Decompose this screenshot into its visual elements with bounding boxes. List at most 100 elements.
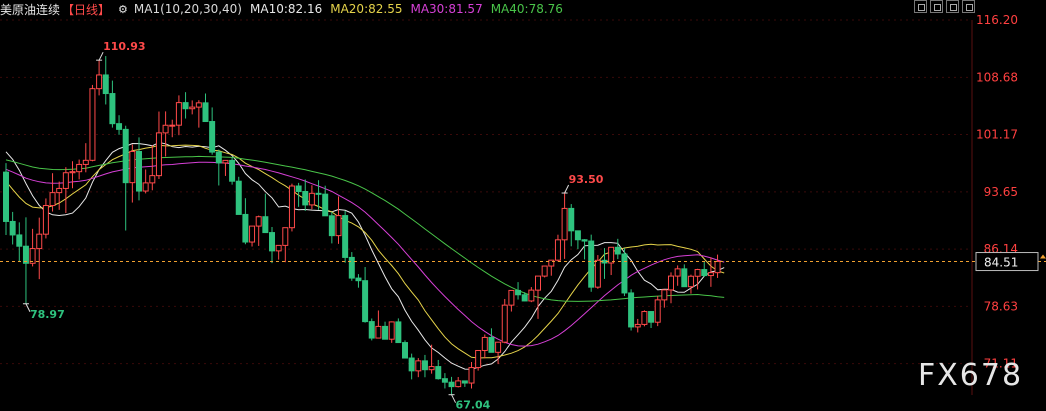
- candle-body: [681, 268, 688, 288]
- candle-body: [448, 381, 455, 388]
- extreme-label: 110.93: [103, 40, 145, 53]
- candle-body: [42, 205, 49, 235]
- candle-body: [62, 172, 69, 189]
- candle-body: [521, 294, 528, 302]
- candle-body: [395, 321, 402, 344]
- candle-body: [3, 171, 9, 222]
- candle-body: [56, 187, 63, 194]
- y-tick-label: 101.17: [976, 128, 1018, 142]
- candle-body: [155, 132, 162, 177]
- candle-body: [455, 380, 462, 388]
- kline-chart-panel[interactable]: 116.20 108.68 101.17 93.65 86.14 78.63 71.11 84…: [0, 0, 1046, 411]
- back-icon[interactable]: [962, 0, 975, 13]
- price-marker-icon: [1040, 254, 1046, 259]
- candle-body: [481, 336, 488, 351]
- candle-body: [661, 289, 668, 301]
- candle-body: [16, 234, 23, 247]
- candle-body: [102, 74, 109, 95]
- candle-body: [541, 265, 548, 277]
- y-tick-label: 116.20: [976, 13, 1018, 27]
- candle-body: [315, 192, 322, 195]
- candle-body: [255, 216, 262, 227]
- candle-body: [621, 253, 628, 294]
- candle-body: [122, 128, 129, 184]
- ma30-value: MA30:81.57: [410, 2, 483, 16]
- candle-body: [687, 275, 694, 288]
- ma20-value: MA20:82.55: [330, 2, 403, 16]
- ma-indicator-name[interactable]: MA1(10,20,30,40): [134, 2, 242, 16]
- extreme-label: 67.04: [456, 399, 491, 411]
- candle-body: [249, 225, 256, 243]
- ma40-value: MA40:78.76: [490, 2, 563, 16]
- candle-body: [402, 342, 408, 359]
- extreme-leader: [98, 51, 104, 61]
- candle-body: [421, 360, 428, 371]
- candle-body: [561, 207, 568, 241]
- candle-body: [142, 182, 149, 192]
- candle-body: [275, 244, 282, 252]
- candle-body: [362, 280, 369, 323]
- candle-body: [288, 185, 295, 229]
- candle-body: [9, 220, 16, 236]
- candle-body: [495, 341, 502, 353]
- candle-body: [594, 259, 601, 288]
- candle-body: [568, 207, 575, 232]
- candle-body: [475, 349, 482, 369]
- candle-body: [335, 215, 342, 237]
- candle-body: [328, 215, 335, 237]
- candle-body: [408, 357, 415, 372]
- period-label[interactable]: 【日线】: [62, 1, 110, 18]
- candle-body: [461, 380, 468, 384]
- settings-icon[interactable]: ⚙: [118, 3, 128, 16]
- zoom-in-icon[interactable]: [914, 0, 927, 13]
- candle-body: [614, 246, 621, 255]
- candle-body: [382, 325, 389, 340]
- candle-body: [215, 151, 222, 164]
- candlestick-chart[interactable]: 116.20108.68101.1793.6586.1478.6371.1184…: [0, 0, 1046, 411]
- current-price-label: 84.51: [984, 256, 1018, 270]
- candle-body: [82, 159, 89, 165]
- y-tick-label: 78.63: [984, 299, 1018, 313]
- candle-body: [694, 269, 701, 277]
- candle-body: [109, 93, 116, 125]
- candle-body: [89, 88, 96, 161]
- candle-body: [209, 121, 216, 153]
- candle-body: [22, 245, 29, 264]
- candle-body: [175, 102, 182, 126]
- indicator-legend: 美原油连续 【日线】 ⚙ MA1(10,20,30,40) MA10:82.16…: [0, 1, 571, 17]
- y-tick-label: 108.68: [976, 70, 1018, 84]
- candle-body: [49, 192, 56, 207]
- extreme-label: 78.97: [30, 308, 65, 321]
- candle-body: [368, 321, 375, 339]
- ma-line-ma10: [5, 141, 725, 370]
- candle-body: [182, 102, 189, 110]
- candle-body: [308, 192, 315, 206]
- zoom-out-icon[interactable]: [930, 0, 943, 13]
- candle-body: [269, 232, 275, 252]
- candle-body: [229, 159, 236, 182]
- candle-body: [355, 277, 362, 282]
- candle-body: [322, 193, 329, 217]
- candle-body: [648, 311, 655, 323]
- candle-body: [581, 239, 588, 242]
- instrument-name[interactable]: 美原油连续: [0, 1, 60, 18]
- candle-body: [202, 102, 209, 123]
- candle-body: [628, 292, 635, 328]
- candle-body: [707, 272, 714, 277]
- candle-body: [535, 275, 541, 291]
- candle-body: [428, 366, 435, 371]
- candle-body: [441, 378, 448, 383]
- layout-icon[interactable]: [946, 0, 959, 13]
- candle-body: [588, 240, 595, 288]
- candle-body: [348, 256, 355, 279]
- candle-body: [96, 74, 103, 90]
- candle-body: [195, 102, 202, 108]
- candle-body: [282, 227, 289, 246]
- candle-body: [222, 159, 229, 164]
- y-tick-label: 93.65: [984, 185, 1018, 199]
- chart-toolbar: [914, 0, 975, 15]
- candle-body: [69, 171, 76, 174]
- candle-body: [528, 289, 535, 302]
- candle-body: [375, 325, 382, 339]
- candle-body: [714, 261, 721, 274]
